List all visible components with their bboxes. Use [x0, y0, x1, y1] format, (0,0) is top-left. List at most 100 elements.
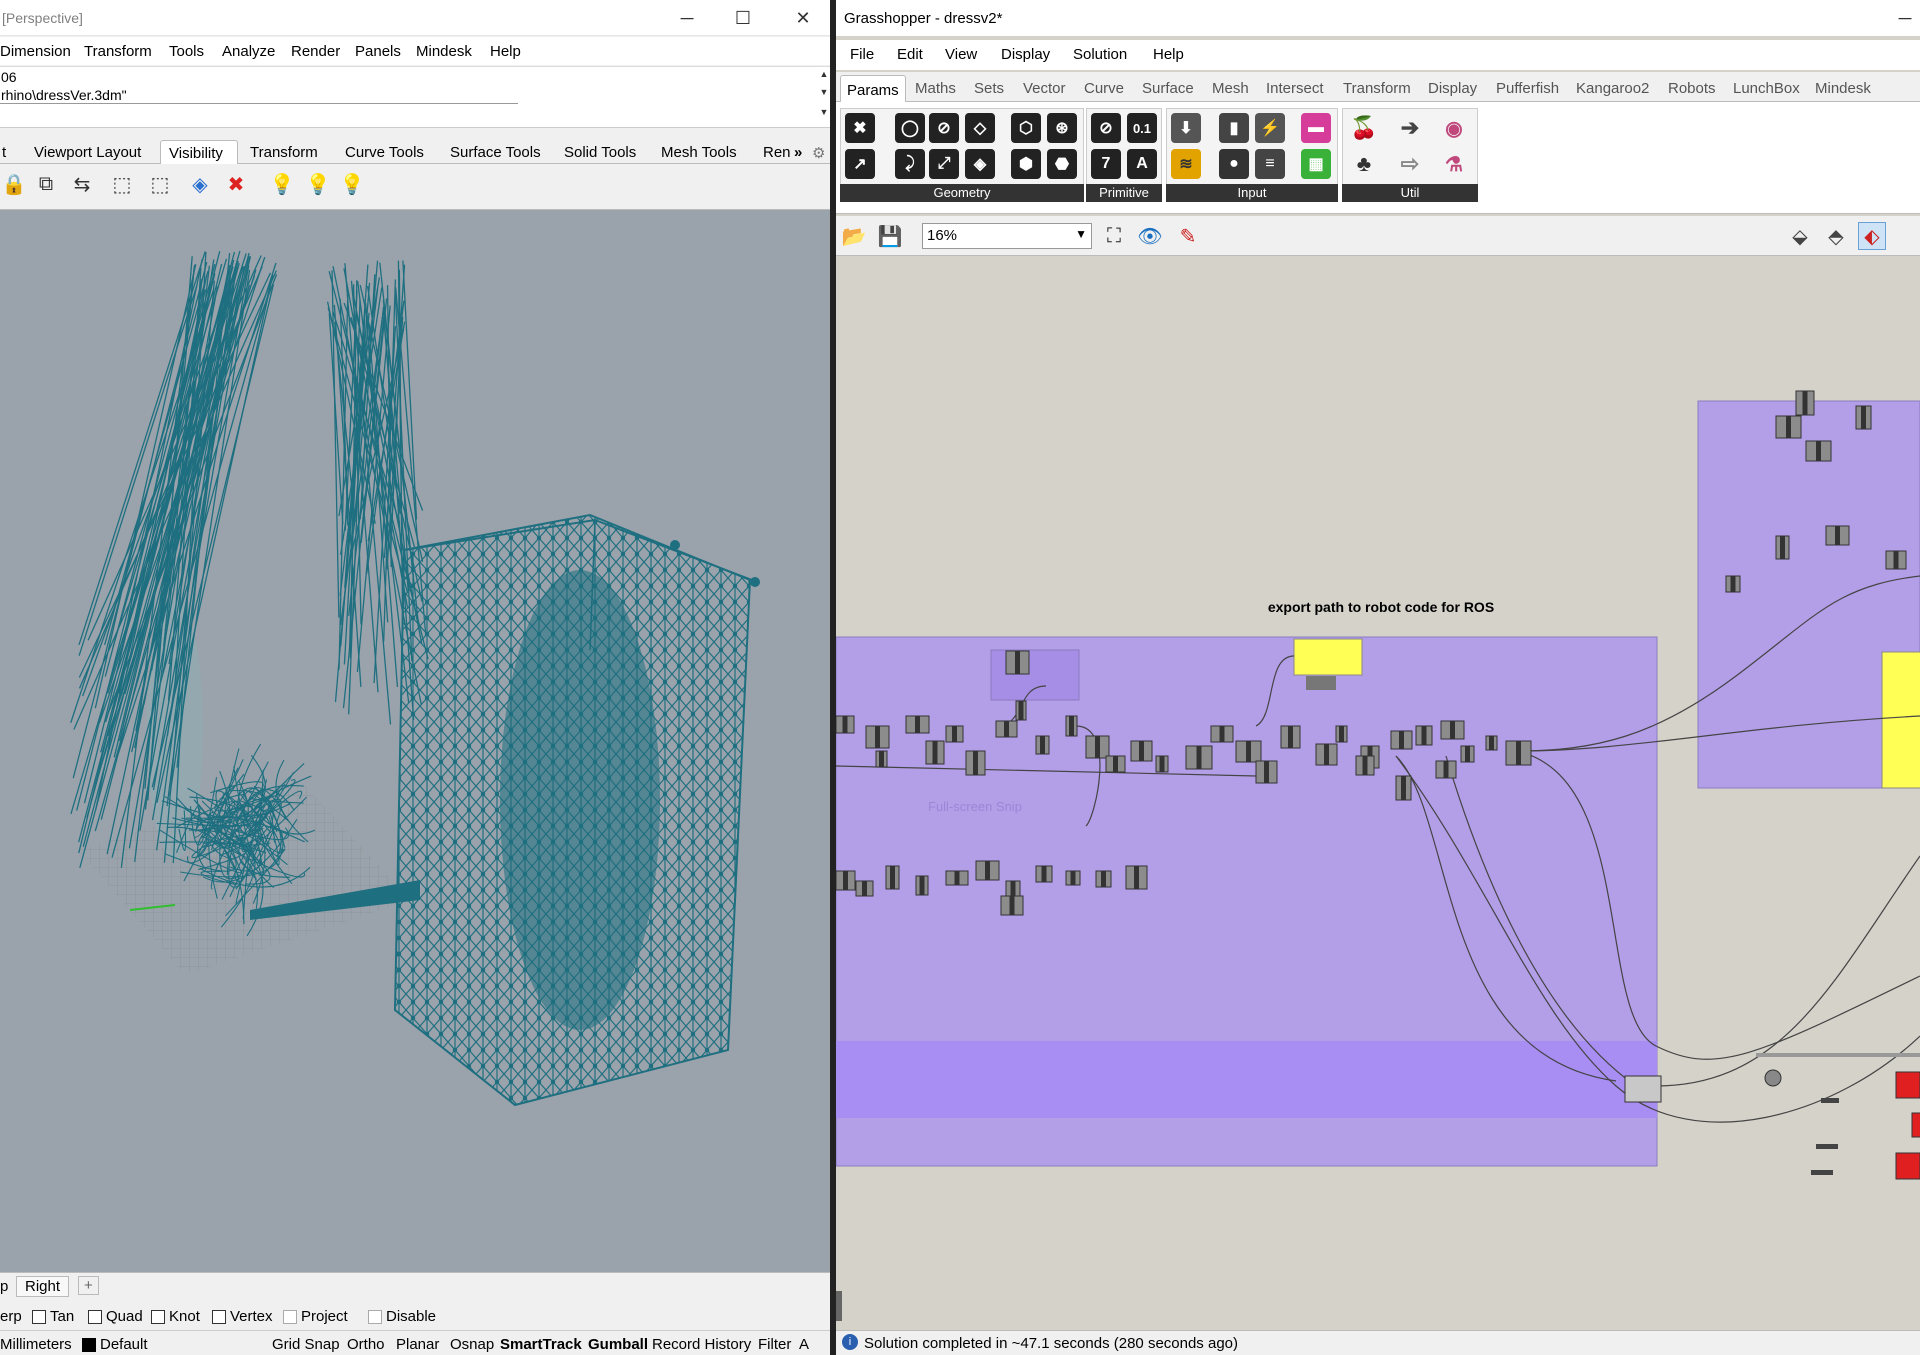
- menu-render[interactable]: Render: [291, 43, 340, 60]
- gh-tab-lunchbox[interactable]: LunchBox: [1733, 80, 1800, 97]
- unlock-selected-icon[interactable]: ⇆: [68, 170, 96, 198]
- gh-menu-view[interactable]: View: [945, 46, 977, 63]
- gh-tab-vector[interactable]: Vector: [1023, 80, 1066, 97]
- gh-tab-display[interactable]: Display: [1428, 80, 1477, 97]
- md-slider-icon[interactable]: ≋: [1171, 149, 1201, 179]
- boolean-param-icon[interactable]: ⊘: [1091, 113, 1121, 143]
- zoom-dropdown[interactable]: 16% ▼: [922, 223, 1092, 249]
- gh-tab-surface[interactable]: Surface: [1142, 80, 1194, 97]
- circle-param-icon[interactable]: ◯: [895, 113, 925, 143]
- menu-help[interactable]: Help: [490, 43, 521, 60]
- canvas-scroll-handle[interactable]: [836, 1291, 842, 1321]
- gh-minimize-button[interactable]: ─: [1890, 6, 1920, 30]
- gumball-toggle[interactable]: Gumball: [588, 1336, 648, 1353]
- line-param-icon[interactable]: ⤢: [929, 149, 959, 179]
- gh-menu-display[interactable]: Display: [1001, 46, 1050, 63]
- filter-toggle[interactable]: Filter: [758, 1336, 791, 1353]
- record-history-toggle[interactable]: Record History: [652, 1336, 751, 1353]
- maximize-button[interactable]: ☐: [728, 6, 758, 30]
- tab-top[interactable]: p: [0, 1278, 8, 1295]
- tab-visibility[interactable]: Visibility: [160, 140, 238, 164]
- tab-transform[interactable]: Transform: [250, 140, 318, 164]
- gh-tab-transform[interactable]: Transform: [1343, 80, 1411, 97]
- value-list-icon[interactable]: ≡: [1255, 149, 1285, 179]
- flask-icon[interactable]: ⚗: [1439, 149, 1469, 179]
- gh-menu-solution[interactable]: Solution: [1073, 46, 1127, 63]
- group-band[interactable]: [836, 1041, 1657, 1118]
- tab-surface-tools[interactable]: Surface Tools: [450, 140, 541, 164]
- menu-panels[interactable]: Panels: [355, 43, 401, 60]
- minimize-button[interactable]: ─: [672, 6, 702, 30]
- add-viewport-icon[interactable]: +: [78, 1276, 99, 1295]
- group-label[interactable]: Geometry: [840, 184, 1084, 202]
- tab-right[interactable]: Right: [16, 1276, 70, 1297]
- menu-analyze[interactable]: Analyze: [222, 43, 275, 60]
- gradient-icon[interactable]: ▬: [1301, 113, 1331, 143]
- gh-menu-file[interactable]: File: [850, 46, 874, 63]
- number-param-icon[interactable]: 0.1: [1127, 113, 1157, 143]
- osnap-tan[interactable]: Tan: [32, 1308, 74, 1325]
- cherry-icon[interactable]: 🍒: [1349, 113, 1379, 143]
- checkbox[interactable]: [151, 1309, 165, 1324]
- plane-param-icon[interactable]: ◈: [965, 149, 995, 179]
- gh-tab-kangaroo2[interactable]: Kangaroo2: [1576, 80, 1649, 97]
- menu-transform[interactable]: Transform: [84, 43, 152, 60]
- osnap-project[interactable]: Project: [283, 1308, 348, 1325]
- gh-tab-sets[interactable]: Sets: [974, 80, 1004, 97]
- geometry-x-icon[interactable]: ✖: [845, 113, 875, 143]
- panel-icon[interactable]: ▮: [1219, 113, 1249, 143]
- zoom-extents-icon[interactable]: ⛶: [1100, 222, 1128, 250]
- gh-tab-maths[interactable]: Maths: [915, 80, 956, 97]
- open-file-icon[interactable]: 📂: [840, 222, 868, 250]
- units-label[interactable]: Millimeters: [0, 1336, 72, 1353]
- surface-param-icon[interactable]: ◇: [965, 113, 995, 143]
- menu-tools[interactable]: Tools: [169, 43, 204, 60]
- preview-shaded-icon[interactable]: ⬘: [1822, 222, 1850, 250]
- osnap-quad[interactable]: Quad: [88, 1308, 143, 1325]
- osnap-perp[interactable]: erp: [0, 1308, 22, 1325]
- checkbox[interactable]: [368, 1309, 382, 1324]
- tab-viewport-layout[interactable]: Viewport Layout: [34, 140, 141, 164]
- group-label[interactable]: Primitive: [1086, 184, 1162, 202]
- graph-mapper-icon[interactable]: ⚡: [1255, 113, 1285, 143]
- show-objects-icon[interactable]: ⬚: [146, 170, 174, 198]
- hide-swap-icon[interactable]: ✖: [222, 170, 250, 198]
- gh-tab-mindesk[interactable]: Mindesk: [1815, 80, 1871, 97]
- gear-icon[interactable]: ⚙: [812, 140, 825, 164]
- menu-dimension[interactable]: Dimension: [0, 43, 71, 60]
- checkbox[interactable]: [212, 1309, 226, 1324]
- command-history[interactable]: 06 rhino\dressVer.3dm" ▲ ▼ ▼: [0, 66, 832, 128]
- tab-curve-tools[interactable]: Curve Tools: [345, 140, 424, 164]
- menu-mindesk[interactable]: Mindesk: [416, 43, 472, 60]
- gh-tab-curve[interactable]: Curve: [1084, 80, 1124, 97]
- brep-param-icon[interactable]: ⬡: [1011, 113, 1041, 143]
- scroll-expand-icon[interactable]: ▼: [818, 107, 830, 121]
- preview-wireframe-icon[interactable]: ⬙: [1786, 222, 1814, 250]
- gh-canvas[interactable]: export path to robot code for ROS Full-s…: [836, 256, 1920, 1330]
- ortho-toggle[interactable]: Ortho: [347, 1336, 385, 1353]
- smarttrack-toggle[interactable]: SmartTrack: [500, 1336, 582, 1353]
- osnap-knot[interactable]: Knot: [151, 1308, 200, 1325]
- planar-toggle[interactable]: Planar: [396, 1336, 439, 1353]
- vector-param-icon[interactable]: ↗: [845, 149, 875, 179]
- arrow-outline-icon[interactable]: ⇨: [1395, 149, 1425, 179]
- group-label[interactable]: Input: [1166, 184, 1338, 202]
- arc-param-icon[interactable]: ⤸: [895, 149, 925, 179]
- sketch-pen-icon[interactable]: ✎: [1174, 222, 1202, 250]
- subgroup[interactable]: [990, 649, 1080, 701]
- gh-tab-robots[interactable]: Robots: [1668, 80, 1716, 97]
- yellow-panel-right[interactable]: [1881, 651, 1920, 789]
- mesh-face-param-icon[interactable]: ⬢: [1011, 149, 1041, 179]
- tab-solid-tools[interactable]: Solid Tools: [564, 140, 636, 164]
- light-bulb-icon[interactable]: 💡: [268, 170, 296, 198]
- checkbox[interactable]: [32, 1309, 46, 1324]
- lock-icon[interactable]: 🔒: [0, 170, 28, 198]
- save-file-icon[interactable]: 💾: [876, 222, 904, 250]
- scroll-down-icon[interactable]: ▼: [818, 87, 830, 101]
- gh-tab-params[interactable]: Params: [840, 75, 906, 103]
- arrow-right-icon[interactable]: ➔: [1395, 113, 1425, 143]
- perspective-viewport[interactable]: [0, 210, 830, 1272]
- checkbox[interactable]: [88, 1309, 102, 1324]
- gh-tab-intersect[interactable]: Intersect: [1266, 80, 1324, 97]
- preview-eye-icon[interactable]: 👁: [1136, 222, 1164, 250]
